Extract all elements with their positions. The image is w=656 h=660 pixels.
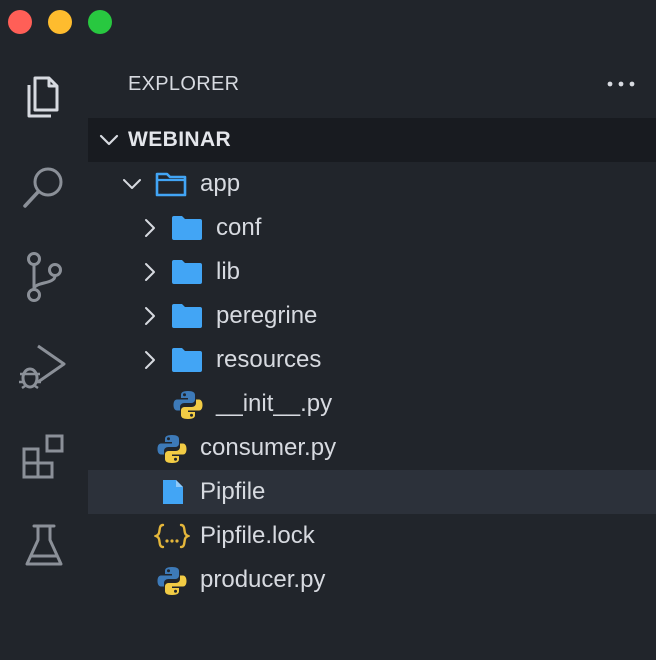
chevron-down-icon [123, 179, 141, 189]
search-icon [23, 167, 63, 208]
tree-item-consumer-py[interactable]: consumer.py [88, 426, 656, 470]
activity-explorer[interactable] [0, 52, 88, 142]
tree-item-label: app [200, 170, 241, 197]
python-icon [173, 391, 203, 419]
chevron-right-icon [145, 307, 155, 325]
extensions-icon [22, 434, 64, 479]
folder-icon [172, 348, 202, 372]
ellipsis-icon [607, 81, 635, 87]
workspace-title: WEBINAR [128, 128, 232, 151]
testing-flask-icon [25, 524, 63, 566]
tree-item-pipfile-lock[interactable]: Pipfile.lock [88, 514, 656, 558]
tree-item-resources[interactable]: resources [88, 338, 656, 382]
tree-item-pipfile[interactable]: Pipfile [88, 470, 656, 514]
minimize-window-button[interactable] [48, 10, 72, 34]
python-icon [157, 567, 187, 595]
tree-item-label: consumer.py [200, 434, 337, 461]
folder-open-icon [155, 172, 187, 197]
folder-icon [172, 260, 202, 284]
tree-item-label: __init__.py [216, 390, 333, 417]
maximize-window-button[interactable] [88, 10, 112, 34]
tree-item-label: Pipfile [200, 478, 266, 505]
tree-item-label: lib [216, 258, 241, 285]
chevron-right-icon [145, 219, 155, 237]
chevron-right-icon [145, 351, 155, 369]
activity-bar [0, 44, 88, 660]
python-icon [157, 435, 187, 463]
tree-item-label: resources [216, 346, 322, 373]
vscode-window: EXPLORER WEBINAR app conf lib peregrine … [0, 0, 656, 660]
tree-item-label: conf [216, 214, 262, 241]
file-icon [163, 480, 183, 504]
tree-item-peregrine[interactable]: peregrine [88, 294, 656, 338]
tree-item-init-py[interactable]: __init__.py [88, 382, 656, 426]
activity-search[interactable] [0, 142, 88, 232]
tree-item-app[interactable]: app [88, 162, 656, 206]
tree-item-label: producer.py [200, 566, 326, 593]
close-window-button[interactable] [8, 10, 32, 34]
activity-run-debug[interactable] [0, 322, 88, 412]
explorer-sidebar: EXPLORER WEBINAR app conf lib peregrine … [88, 44, 656, 660]
source-control-icon [27, 252, 62, 302]
tree-item-lib[interactable]: lib [88, 250, 656, 294]
more-actions-button[interactable] [604, 68, 638, 100]
folder-icon [172, 216, 202, 240]
activity-extensions[interactable] [0, 412, 88, 502]
tree-item-label: Pipfile.lock [200, 522, 315, 549]
files-icon [27, 76, 59, 118]
tree-item-label: peregrine [216, 302, 318, 329]
chevron-down-icon [99, 134, 119, 146]
folder-icon [172, 304, 202, 328]
chevron-right-icon [145, 263, 155, 281]
json-braces-icon [154, 523, 190, 549]
run-debug-icon [19, 344, 66, 390]
workspace-section-header[interactable]: WEBINAR [88, 118, 656, 162]
file-tree: app conf lib peregrine resources __init_… [88, 162, 656, 602]
tree-item-conf[interactable]: conf [88, 206, 656, 250]
activity-source-control[interactable] [0, 232, 88, 322]
activity-testing[interactable] [0, 502, 88, 592]
sidebar-title: EXPLORER [128, 73, 240, 95]
tree-item-producer-py[interactable]: producer.py [88, 558, 656, 602]
